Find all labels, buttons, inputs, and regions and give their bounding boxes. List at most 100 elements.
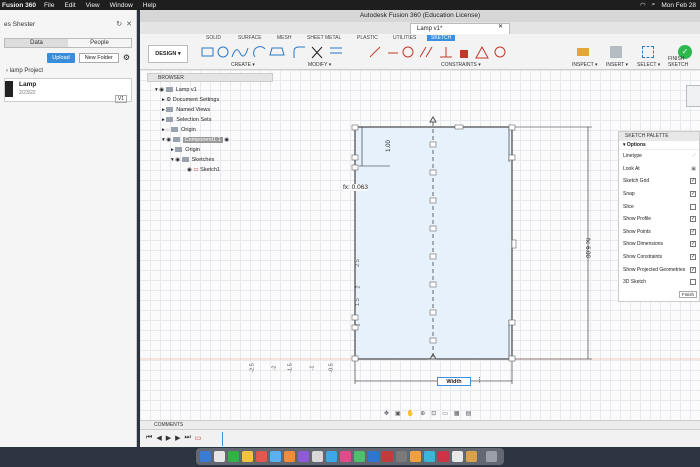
select-menu[interactable]: SELECT ▾ xyxy=(637,62,660,68)
sketch-geometry[interactable] xyxy=(140,70,700,420)
palette-row-show-profile[interactable]: Show Profile ✓ xyxy=(619,213,699,226)
sketch-canvas[interactable]: BROWSER ▾ ◉ Lamp v1 ▸ ⚙ Document Setting… xyxy=(140,70,700,420)
look-at-icon[interactable]: ▣ xyxy=(691,166,696,172)
modify-tools[interactable] xyxy=(292,45,347,61)
tab-people[interactable]: People xyxy=(68,39,131,47)
fit-icon[interactable]: ⊡ xyxy=(431,410,436,419)
pan-icon[interactable]: ✋ xyxy=(407,410,414,419)
menu-help[interactable]: Help xyxy=(143,2,156,9)
menu-view[interactable]: View xyxy=(86,2,100,9)
palette-finish-button[interactable]: Finish xyxy=(679,290,697,298)
show-dimensions-checkbox[interactable]: ✓ xyxy=(690,241,696,248)
insert-menu[interactable]: INSERT ▾ xyxy=(606,62,628,68)
create-tools[interactable] xyxy=(200,45,290,61)
options-section[interactable]: ▾ Options xyxy=(619,141,699,150)
show-points-checkbox[interactable]: ✓ xyxy=(690,228,696,235)
close-icon[interactable]: ✕ xyxy=(126,20,132,28)
tab-sketch[interactable]: SKETCH xyxy=(427,35,456,41)
clock[interactable]: Mon Feb 28 xyxy=(661,2,696,9)
gear-icon[interactable]: ⚙ xyxy=(123,53,130,63)
sketch-profile[interactable] xyxy=(354,126,513,360)
tab-solid[interactable]: SOLID xyxy=(206,35,221,41)
user-name[interactable]: es Shester xyxy=(4,21,35,28)
refresh-icon[interactable]: ↻ xyxy=(116,20,122,28)
finish-sketch-button[interactable]: FINISH SKETCH xyxy=(668,56,700,68)
file-card-lamp[interactable]: Lamp 2/23/22 V1 xyxy=(4,78,132,103)
close-tab-icon[interactable]: ✕ xyxy=(498,23,503,30)
project-name[interactable]: ‹ lamp Project xyxy=(6,68,136,74)
palette-row-sketch-grid[interactable]: Sketch Grid ✓ xyxy=(619,175,699,188)
create-menu[interactable]: CREATE ▾ xyxy=(231,62,255,68)
zoom-icon[interactable]: ⊕ xyxy=(420,410,425,419)
palette-row-snap[interactable]: Snap ✓ xyxy=(619,188,699,201)
slice-checkbox[interactable] xyxy=(690,203,696,210)
dimension-bottom[interactable] xyxy=(354,359,513,384)
timeline-play-icon[interactable]: ▶ xyxy=(166,434,171,442)
show-profile-checkbox[interactable]: ✓ xyxy=(690,216,696,223)
menu-window[interactable]: Window xyxy=(110,2,133,9)
palette-row-look-at[interactable]: Look At ▣ xyxy=(619,163,699,176)
width-input-menu-icon[interactable]: ⋮ xyxy=(476,376,483,384)
sketch-palette-header[interactable]: SKETCH PALETTE xyxy=(619,132,699,141)
sketch-grid-checkbox[interactable]: ✓ xyxy=(690,178,696,185)
look-at-nav-icon[interactable]: ▣ xyxy=(395,410,401,419)
version-badge[interactable]: V1 xyxy=(114,95,127,103)
constraints-menu[interactable]: CONSTRAINTS ▾ xyxy=(441,62,481,68)
insert-icon[interactable] xyxy=(610,46,622,58)
timeline-marker[interactable] xyxy=(222,432,223,446)
width-input[interactable]: Width xyxy=(437,377,471,386)
orbit-icon[interactable]: ✥ xyxy=(384,410,389,419)
timeline-end-icon[interactable]: ⏭ xyxy=(184,434,190,442)
mac-dock xyxy=(196,448,504,465)
comments-bar[interactable]: COMMENTS xyxy=(140,420,700,429)
palette-row-3d-sketch[interactable]: 3D Sketch xyxy=(619,276,699,289)
timeline-start-icon[interactable]: ⏮ xyxy=(146,434,152,442)
display-settings-icon[interactable]: ▭ xyxy=(442,410,448,419)
modify-menu[interactable]: MODIFY ▾ xyxy=(308,62,331,68)
grid-settings-icon[interactable]: ▦ xyxy=(454,410,460,419)
upload-button[interactable]: Upload xyxy=(47,53,75,63)
snap-checkbox[interactable]: ✓ xyxy=(690,191,696,198)
tab-utilities[interactable]: UTILITIES xyxy=(393,35,416,41)
view-cube[interactable] xyxy=(686,85,700,107)
3d-sketch-checkbox[interactable] xyxy=(690,279,696,286)
palette-row-show-points[interactable]: Show Points ✓ xyxy=(619,226,699,239)
constraint-glyph xyxy=(429,141,437,148)
tab-mesh[interactable]: MESH xyxy=(277,35,291,41)
wifi-icon[interactable]: ◠ xyxy=(640,1,646,9)
linetype-icon[interactable]: ⟋ xyxy=(692,153,696,159)
select-icon[interactable] xyxy=(642,46,654,58)
tab-surface[interactable]: SURFACE xyxy=(238,35,262,41)
dock-icons[interactable] xyxy=(196,448,504,465)
document-tab[interactable]: Lamp v1* xyxy=(410,23,510,34)
app-menu[interactable]: Fusion 360 xyxy=(2,2,36,9)
palette-label: Show Projected Geometries xyxy=(623,266,686,273)
constraint-tools[interactable] xyxy=(368,45,518,61)
tab-data[interactable]: Data xyxy=(5,39,68,47)
palette-row-show-dimensions[interactable]: Show Dimensions ✓ xyxy=(619,238,699,251)
timeline-back-icon[interactable]: ◀ xyxy=(156,434,161,442)
palette-row-show-constraints[interactable]: Show Constraints ✓ xyxy=(619,251,699,264)
palette-row-show-projected[interactable]: Show Projected Geometries ✓ xyxy=(619,263,699,276)
menu-edit[interactable]: Edit xyxy=(64,2,75,9)
measure-icon[interactable] xyxy=(577,48,589,56)
workspace-design-button[interactable]: DESIGN ▾ xyxy=(148,45,188,63)
tab-sheet-metal[interactable]: SHEET METAL xyxy=(307,35,341,41)
palette-row-linetype[interactable]: Linetype ⟋ xyxy=(619,150,699,163)
menu-file[interactable]: File xyxy=(44,2,54,9)
palette-row-slice[interactable]: Slice xyxy=(619,200,699,213)
dimension-right[interactable] xyxy=(512,126,592,360)
timeline-sketch-feature-icon[interactable]: ▭ xyxy=(195,434,202,442)
tab-plastic[interactable]: PLASTIC xyxy=(357,35,378,41)
show-projected-checkbox[interactable]: ✓ xyxy=(690,266,696,273)
dimension-top-value[interactable]: 1.00 xyxy=(386,140,392,152)
dimension-right-value[interactable]: fx: 6.00 xyxy=(584,238,590,258)
inspect-menu[interactable]: INSPECT ▾ xyxy=(572,62,597,68)
show-constraints-checkbox[interactable]: ✓ xyxy=(690,254,696,261)
viewport-icon[interactable]: ▤ xyxy=(466,410,472,419)
timeline-forward-icon[interactable]: ▶ xyxy=(175,434,180,442)
new-folder-button[interactable]: New Folder xyxy=(78,53,119,63)
search-icon[interactable]: ⌕ xyxy=(652,1,656,9)
fx-dimension-label[interactable]: fx: 0.063 xyxy=(343,184,368,191)
file-date: 2/23/22 xyxy=(19,90,36,96)
